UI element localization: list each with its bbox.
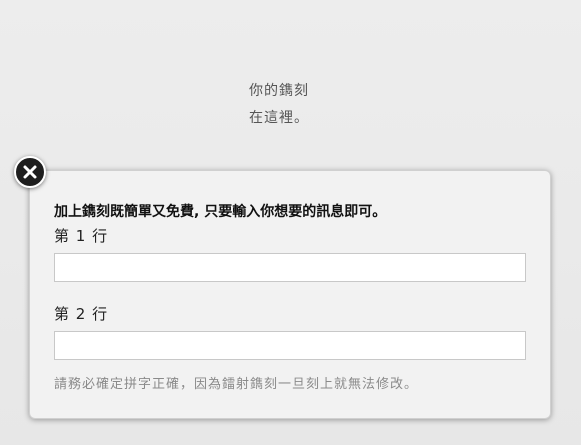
spelling-hint: 請務必確定拼字正確，因為鐳射鐫刻一旦刻上就無法修改。 bbox=[54, 377, 419, 392]
close-x-icon bbox=[23, 165, 37, 179]
line-2-input[interactable] bbox=[54, 331, 526, 360]
line-2-label: 第 2 行 bbox=[54, 305, 109, 323]
engraving-preview: 你的鐫刻 在這裡。 bbox=[249, 78, 309, 132]
line-1-input[interactable] bbox=[54, 253, 526, 282]
engraving-page: 你的鐫刻 在這裡。 加上鐫刻既簡單又免費, 只要輸入你想要的訊息即可。 第 1 … bbox=[0, 0, 581, 445]
engraving-dialog: 加上鐫刻既簡單又免費, 只要輸入你想要的訊息即可。 第 1 行 第 2 行 請務… bbox=[29, 170, 551, 419]
preview-line-2: 在這裡。 bbox=[249, 110, 309, 126]
dialog-title: 加上鐫刻既簡單又免費, 只要輸入你想要的訊息即可。 bbox=[54, 204, 387, 220]
preview-line-1: 你的鐫刻 bbox=[249, 83, 309, 99]
close-button[interactable] bbox=[14, 156, 46, 188]
line-1-label: 第 1 行 bbox=[54, 227, 109, 245]
